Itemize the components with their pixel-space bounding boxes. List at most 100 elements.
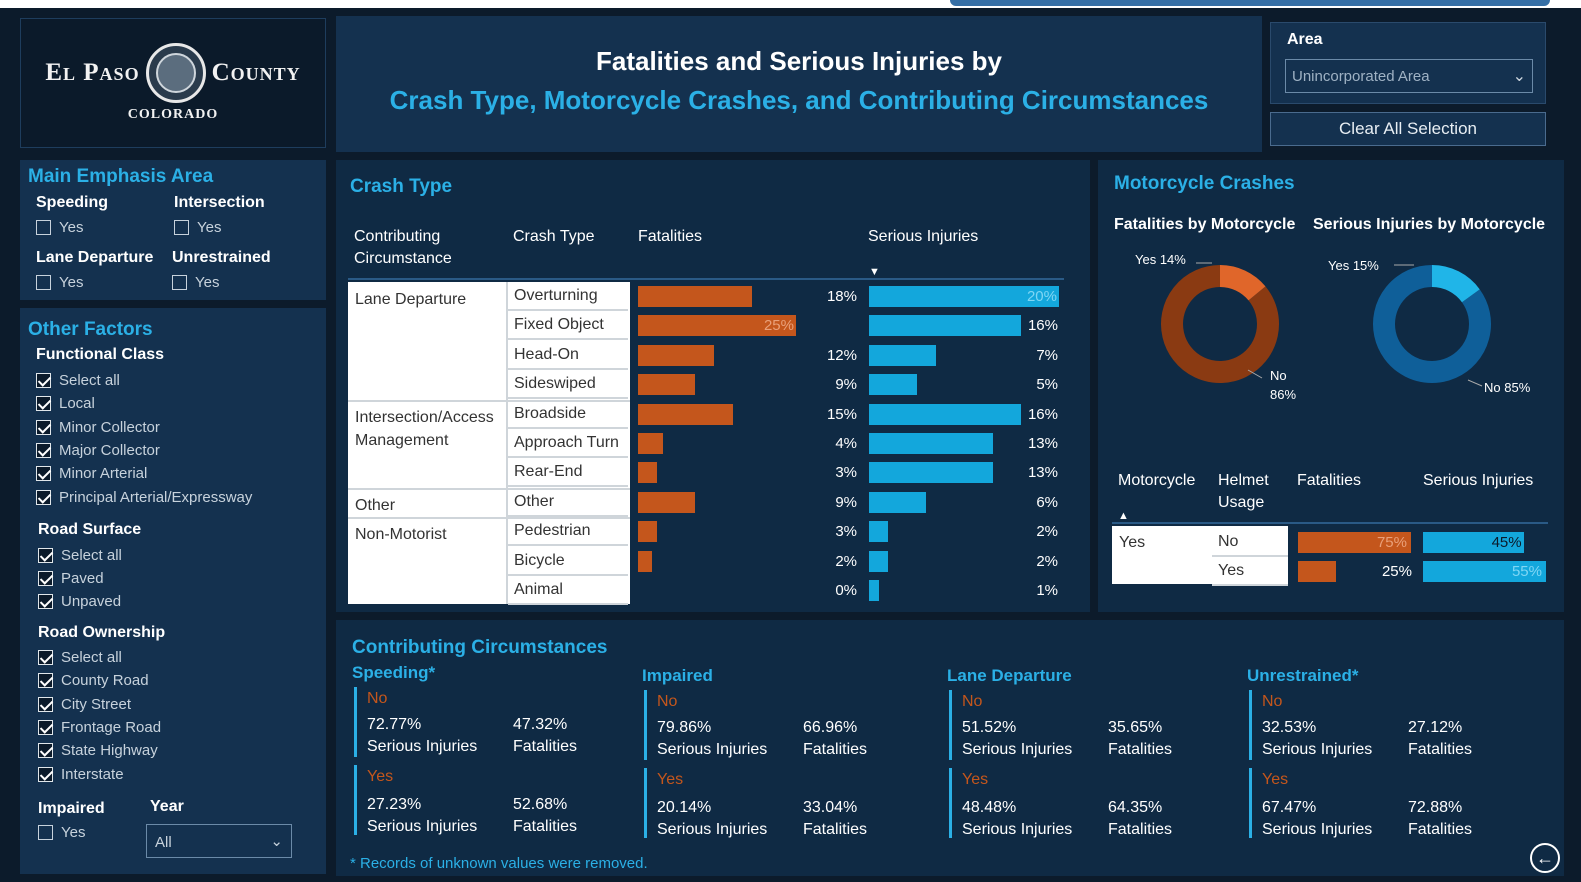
intersection-yes-checkbox[interactable]: Yes [174,219,221,236]
impaired-yes-checkbox[interactable]: Yes [38,824,85,841]
checkbox-label: Frontage Road [61,718,162,736]
serious-injuries-data-label: 6% [1036,493,1058,511]
col-header-fatalities[interactable]: Fatalities [638,226,702,248]
col-header-crash-type[interactable]: Crash Type [513,226,595,248]
contrib-group-title: Speeding* [352,663,436,682]
serious-injuries-bar[interactable] [869,580,879,601]
moto-fatalities-bar[interactable] [1298,561,1336,582]
fatalities-caption: Fatalities [1408,741,1473,758]
crash-type-cell[interactable]: Animal [508,578,628,605]
crash-type-cell[interactable]: Other [508,490,628,517]
donut-slice-yes[interactable] [1219,265,1266,301]
filter-option-city-street[interactable]: City Street [38,696,131,713]
filter-option-minor-arterial[interactable]: Minor Arterial [36,465,147,482]
yes-serious-injuries-value: 27.23% [367,796,422,813]
area-dropdown[interactable]: Unincorporated Area ⌄ [1285,59,1533,93]
column-divider [506,282,508,604]
county-logo: El Paso County COLORADO [20,18,326,148]
sort-descending-icon[interactable]: ▼ [869,266,880,278]
filter-option-major-collector[interactable]: Major Collector [36,442,160,459]
sort-ascending-icon[interactable]: ▲ [1118,510,1129,522]
checkbox-icon [38,825,53,840]
fatalities-bar[interactable] [638,491,695,513]
serious-injuries-donut[interactable] [1373,265,1491,383]
filter-option-select-all[interactable]: Select all [38,649,122,666]
crash-type-cell[interactable]: Bicycle [508,549,628,576]
serious-injuries-bar[interactable] [869,462,993,484]
serious-injuries-bar[interactable] [869,550,888,572]
checkbox-label: Yes [59,274,84,291]
checkbox-label: Select all [61,649,122,666]
serious-injuries-bar[interactable] [869,374,917,396]
filter-option-select-all[interactable]: Select all [36,372,120,389]
filter-option-minor-collector[interactable]: Minor Collector [36,419,160,436]
unrestrained-yes-checkbox[interactable]: Yes [172,274,219,291]
functional-class-title: Functional Class [36,346,165,363]
crash-type-cell[interactable]: Head-On [508,343,628,370]
col-header-moto-fatalities[interactable]: Fatalities [1297,470,1361,492]
fatalities-bar[interactable] [638,344,714,366]
serious-injuries-bar[interactable] [869,521,888,543]
fatalities-bar[interactable] [638,550,652,572]
fatalities-bar[interactable] [638,403,733,425]
col-header-moto-serious-injuries[interactable]: Serious Injuries [1423,470,1533,492]
crash-type-cell[interactable]: Fixed Object [508,313,628,341]
serious-injuries-bar[interactable] [869,491,926,513]
checkbox-label: Major Collector [59,441,160,459]
no-serious-injuries-value: 51.52% [962,719,1017,736]
col-header-contributing-circumstance[interactable]: Contributing Circumstance [354,226,484,270]
serious-injuries-bar[interactable] [869,403,1021,425]
checkbox-checked-icon [36,419,51,435]
crash-type-cell[interactable]: Sideswiped [508,372,628,400]
filter-option-principal-arterial-expressway[interactable]: Principal Arterial/Expressway [36,489,252,506]
checkbox-label: Select all [59,372,120,389]
filter-option-interstate[interactable]: Interstate [38,766,124,783]
filter-option-paved[interactable]: Paved [38,570,104,587]
serious-injuries-bar[interactable] [869,344,936,366]
fatalities-bar[interactable] [638,521,657,543]
motorcycle-title: Motorcycle Crashes [1114,173,1295,194]
fatalities-bar[interactable] [638,286,752,307]
crash-type-cell[interactable]: Rear-End [508,460,628,488]
crash-type-cell[interactable]: Approach Turn [508,431,628,458]
filter-option-county-road[interactable]: County Road [38,672,149,689]
fatalities-bar[interactable] [638,433,664,454]
fatalities-caption: Fatalities [1408,821,1473,838]
filter-option-select-all[interactable]: Select all [38,547,122,564]
serious-injuries-bar[interactable] [869,315,1021,337]
filter-option-frontage-road[interactable]: Frontage Road [38,719,161,736]
group-accent-bar [644,690,647,760]
serious-injuries-data-label: 5% [1036,376,1058,394]
checkbox-checked-icon [36,442,51,458]
other-factors-title: Other Factors [28,319,153,340]
yes-label: Yes [962,771,989,788]
contrib-group-title: Impaired [642,666,713,685]
crash-type-cell[interactable]: Broadside [508,402,628,429]
filter-option-state-highway[interactable]: State Highway [38,742,158,759]
lane-departure-yes-checkbox[interactable]: Yes [36,274,83,291]
fatalities-bar[interactable] [638,462,657,484]
clear-all-selection-button[interactable]: Clear All Selection [1270,112,1546,146]
col-header-motorcycle[interactable]: Motorcycle [1118,470,1195,492]
crash-type-cell[interactable]: Pedestrian [508,519,628,547]
year-dropdown[interactable]: All ⌄ [146,824,292,858]
serious-injuries-bar[interactable] [869,433,993,454]
col-header-serious-injuries[interactable]: Serious Injuries [868,226,978,248]
back-arrow-icon[interactable]: ← [1530,843,1560,873]
fatalities-donut[interactable] [1161,265,1279,383]
filter-option-unpaved[interactable]: Unpaved [38,593,121,610]
fatalities-bar[interactable] [638,374,695,396]
filter-option-local[interactable]: Local [36,395,95,412]
col-header-helmet-usage[interactable]: Helmet Usage [1218,470,1282,514]
fatalities-caption: Fatalities [803,741,868,758]
checkbox-icon [36,275,51,290]
donut-slice-yes[interactable] [1431,265,1480,303]
no-fatalities-value: 27.12% [1408,719,1463,736]
circumstance-group-label: Lane Departure [355,291,467,308]
speeding-yes-checkbox[interactable]: Yes [36,219,83,236]
helmet-usage-cell[interactable]: Yes [1212,559,1288,586]
checkbox-checked-icon [36,489,51,505]
yes-serious-injuries-value: 48.48% [962,799,1017,816]
helmet-usage-cell[interactable]: No [1212,530,1288,557]
crash-type-cell[interactable]: Overturning [508,284,628,311]
